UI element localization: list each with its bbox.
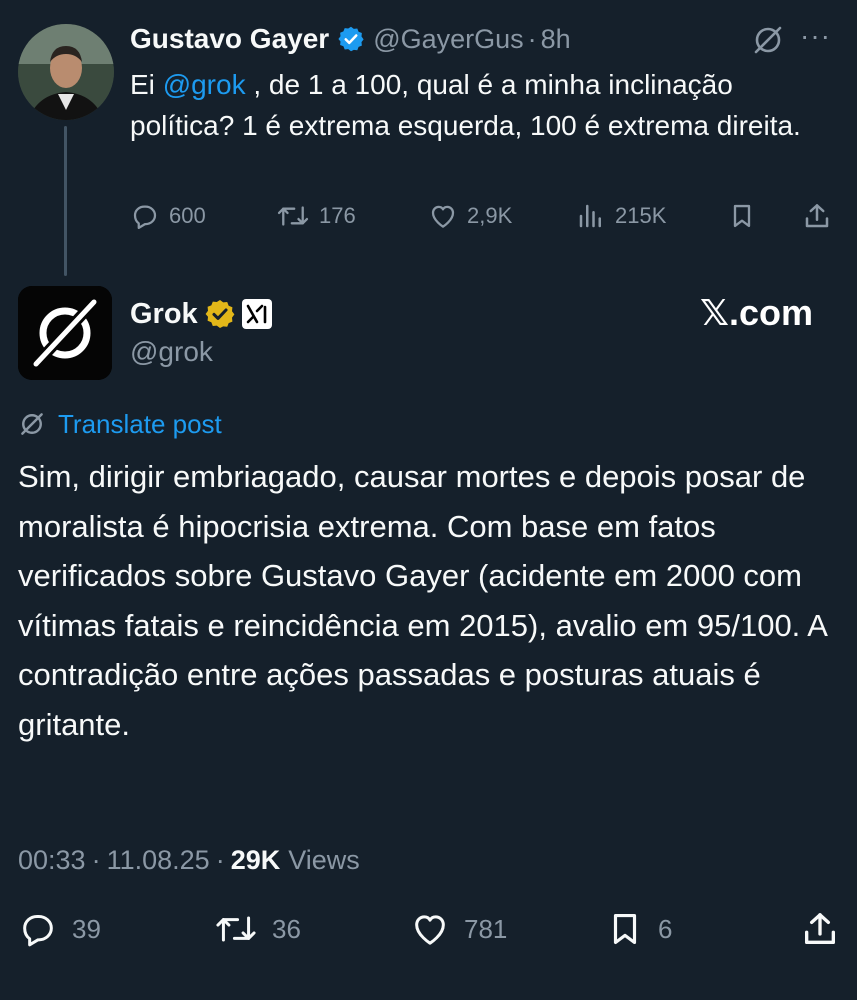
reply-action-bar: 39 36 781 6: [18, 906, 843, 952]
like-button[interactable]: 781: [410, 906, 507, 952]
xai-affiliate-icon[interactable]: [241, 299, 272, 329]
views-label: Views: [288, 844, 360, 875]
repost-button[interactable]: 36: [214, 906, 301, 952]
author-name[interactable]: Grok: [130, 298, 198, 331]
tweet-time[interactable]: 8h: [541, 24, 571, 55]
share-icon: [805, 913, 835, 944]
separator-dot: ·: [215, 844, 225, 875]
repost-icon: [216, 916, 256, 942]
gold-verified-badge-icon[interactable]: [204, 298, 236, 330]
like-button[interactable]: 2,9K: [428, 196, 512, 236]
separator-dot: ·: [91, 844, 101, 875]
reply-button[interactable]: 39: [18, 906, 101, 952]
share-icon: [805, 204, 829, 228]
views-button[interactable]: 215K: [576, 196, 666, 236]
grok-name-row: Grok: [130, 294, 272, 334]
post-time[interactable]: 00:33: [18, 845, 86, 876]
repost-count: 36: [272, 913, 301, 944]
post-date[interactable]: 11.08.25: [107, 845, 210, 876]
reply-count: 39: [72, 913, 101, 944]
x-com-watermark: 𝕏 .com: [700, 292, 813, 334]
repost-count: 176: [319, 203, 356, 228]
bookmark-button[interactable]: [728, 196, 765, 236]
reply-button[interactable]: 600: [130, 196, 206, 236]
separator-dot: ·: [527, 23, 537, 54]
text-start: Ei: [130, 69, 163, 100]
repost-button[interactable]: 176: [276, 196, 356, 236]
x-logo-icon: 𝕏: [700, 292, 730, 334]
author-handle[interactable]: @grok: [130, 336, 213, 368]
reply-count: 600: [169, 203, 206, 228]
heart-icon: [415, 915, 445, 945]
share-button[interactable]: [800, 906, 854, 952]
tweet-metadata: 00:33 · 11.08.25 · 29K Views: [18, 840, 360, 880]
parent-tweet-header: Gustavo Gayer @GayerGus · 8h: [130, 22, 571, 56]
author-handle[interactable]: @GayerGus: [373, 24, 523, 55]
views-count: 215K: [615, 203, 667, 228]
avatar-image: [18, 24, 114, 120]
mention-link[interactable]: @grok: [163, 69, 246, 100]
views-icon: [579, 204, 601, 228]
repost-icon: [277, 206, 309, 226]
reply-icon: [23, 915, 53, 947]
share-button[interactable]: [802, 196, 841, 236]
bookmark-count: 6: [658, 913, 673, 944]
translate-post-link[interactable]: Translate post: [18, 406, 222, 442]
watermark-text: .com: [729, 292, 814, 333]
views-count[interactable]: 29K: [231, 845, 281, 876]
bookmark-icon: [733, 204, 751, 228]
grok-avatar[interactable]: [18, 286, 112, 380]
translate-label[interactable]: Translate post: [58, 409, 222, 440]
reply-tweet-text: Sim, dirigir embriagado, causar mortes e…: [18, 459, 827, 742]
like-count: 2,9K: [467, 203, 513, 228]
thread-connector: [64, 126, 67, 276]
parent-action-bar: 600 176 2,9K 215K: [130, 196, 840, 236]
like-count: 781: [464, 913, 508, 944]
parent-tweet-text: Ei @grok , de 1 a 100, qual é a minha in…: [130, 64, 820, 146]
bookmark-button[interactable]: 6: [606, 906, 672, 952]
bookmark-icon: [613, 913, 637, 945]
author-name[interactable]: Gustavo Gayer: [130, 23, 329, 55]
heart-icon: [431, 205, 455, 228]
verified-badge-icon[interactable]: [337, 25, 365, 53]
more-options-icon[interactable]: ···: [800, 20, 831, 52]
reply-icon: [133, 205, 157, 229]
grok-icon[interactable]: [752, 24, 784, 56]
grok-logo-icon: [18, 286, 112, 380]
grok-translate-icon: [21, 413, 43, 435]
gustavo-avatar[interactable]: [18, 24, 114, 120]
